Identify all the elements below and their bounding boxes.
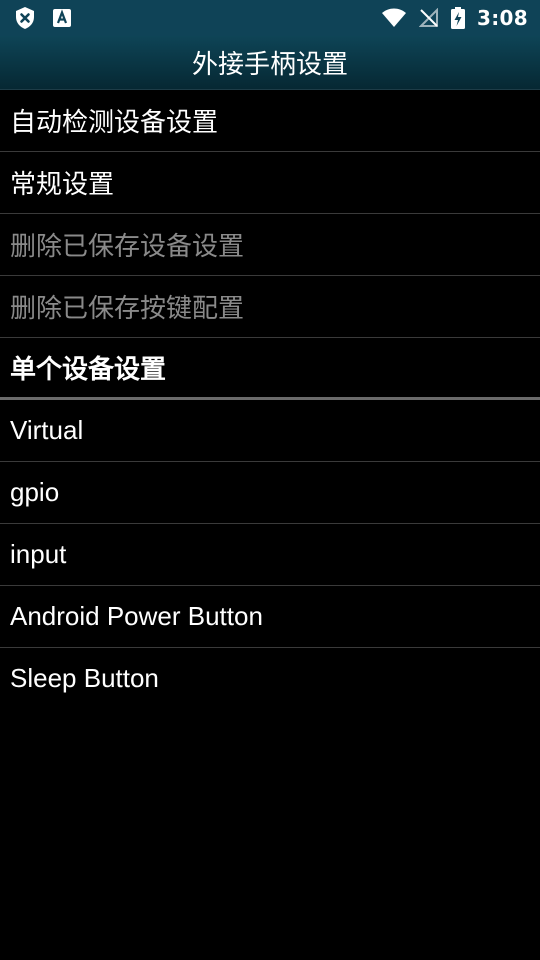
battery-charging-icon (451, 7, 466, 29)
status-right-icons: 3:08 (381, 6, 528, 30)
menu-item-delete-device-settings: 删除已保存设备设置 (0, 214, 540, 276)
signal-off-icon (419, 8, 439, 28)
wifi-icon (381, 8, 407, 28)
shield-x-icon (14, 6, 36, 30)
font-a-icon (52, 8, 72, 28)
menu-item-delete-key-config: 删除已保存按键配置 (0, 276, 540, 338)
page-title: 外接手柄设置 (191, 50, 348, 80)
section-header-single-device: 单个设备设置 (0, 338, 540, 400)
clock: 3:08 (477, 6, 528, 30)
menu-item-auto-detect[interactable]: 自动检测设备设置 (0, 90, 540, 152)
status-left-icons (14, 6, 72, 30)
status-bar: 3:08 (0, 0, 540, 36)
device-item-sleep-button[interactable]: Sleep Button (0, 648, 540, 709)
device-item-gpio[interactable]: gpio (0, 462, 540, 524)
title-bar: 外接手柄设置 (0, 36, 540, 90)
device-item-android-power-button[interactable]: Android Power Button (0, 586, 540, 648)
menu-item-general-settings[interactable]: 常规设置 (0, 152, 540, 214)
settings-list: 自动检测设备设置 常规设置 删除已保存设备设置 删除已保存按键配置 单个设备设置… (0, 90, 540, 709)
device-item-input[interactable]: input (0, 524, 540, 586)
device-item-virtual[interactable]: Virtual (0, 400, 540, 462)
